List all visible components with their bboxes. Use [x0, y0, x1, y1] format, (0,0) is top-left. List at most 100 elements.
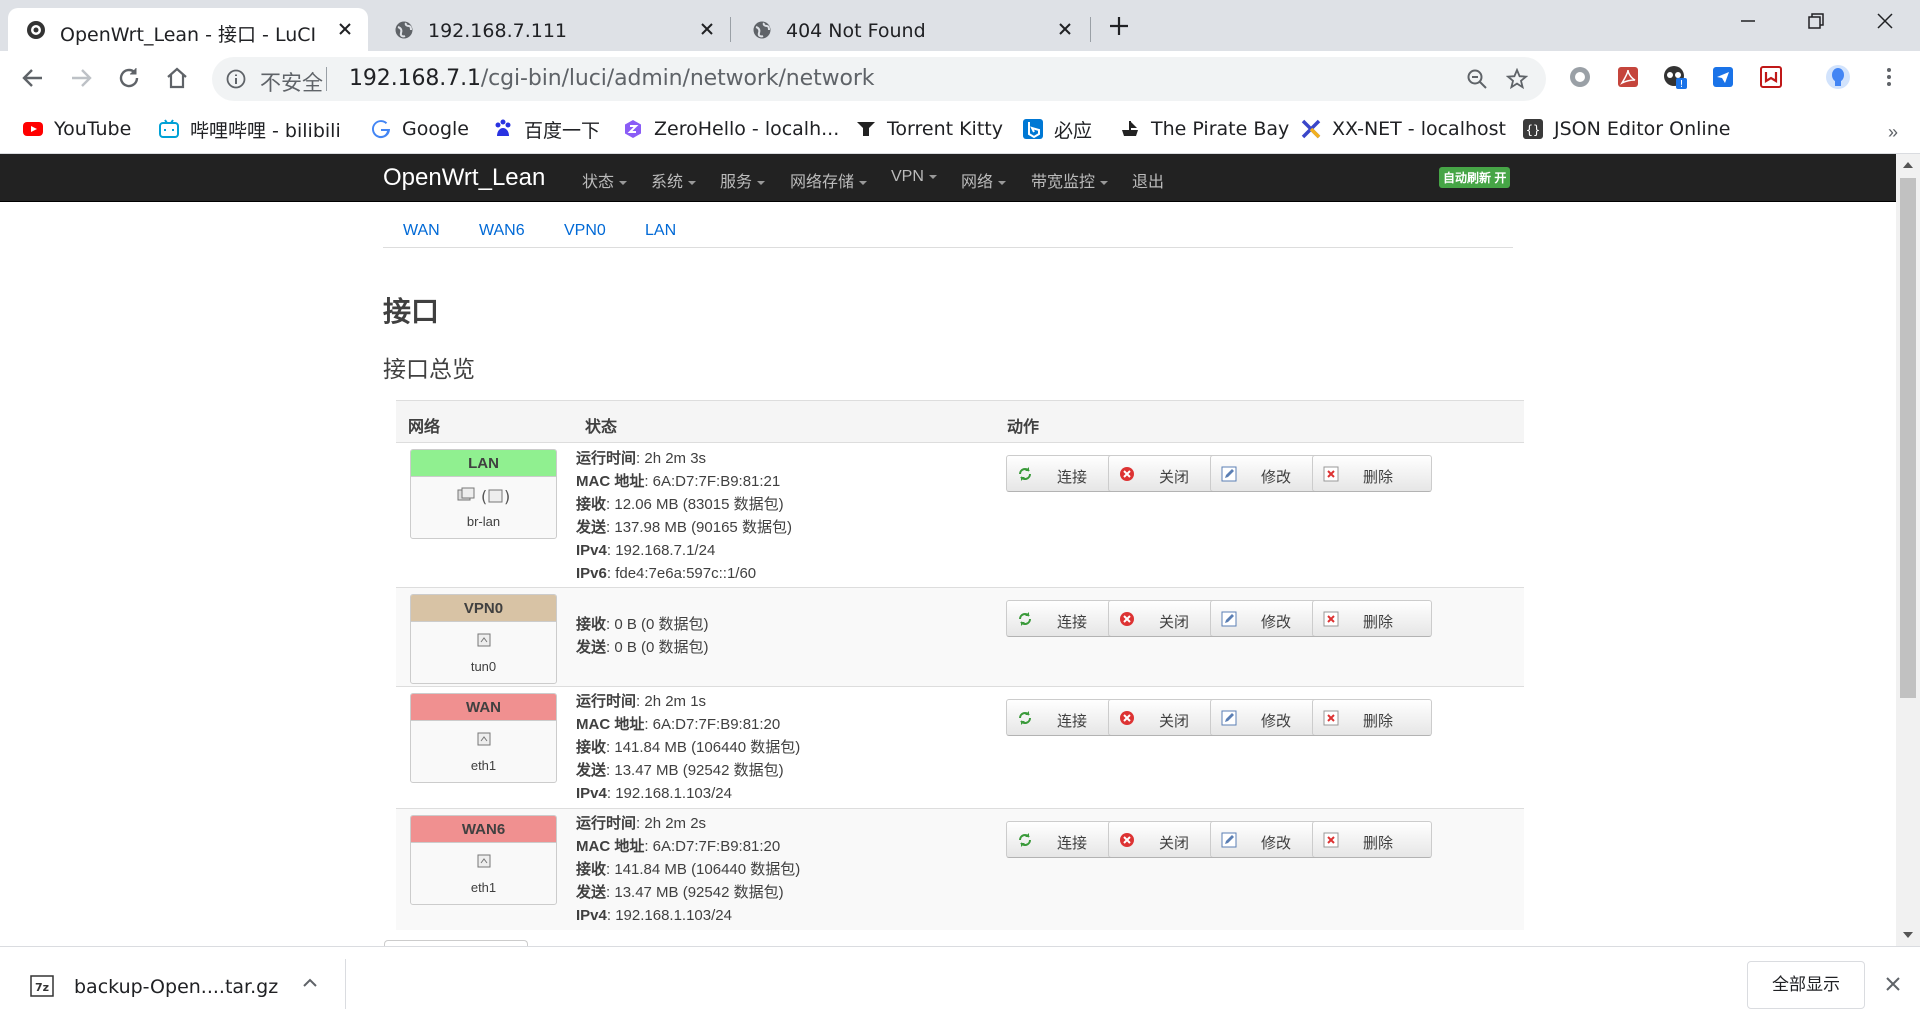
delete-button[interactable]: 删除	[1312, 821, 1432, 858]
menu-logout[interactable]: 退出	[1132, 168, 1164, 192]
tampermonkey-extension-icon[interactable]: !	[1662, 64, 1688, 90]
status-key: 接收	[576, 739, 607, 756]
status-key: IPv4	[576, 907, 607, 924]
bing-icon	[1023, 119, 1043, 139]
menu-label: 网络	[961, 174, 994, 191]
status-key: MAC 地址	[576, 473, 645, 490]
delete-button[interactable]: 删除	[1312, 455, 1432, 492]
status-key: IPv4	[576, 785, 607, 802]
bookmark-torrent-kitty[interactable]: Torrent Kitty	[855, 116, 1003, 142]
tab-192-168-7-111[interactable]: 192.168.7.111	[376, 8, 730, 51]
brand-logo[interactable]: OpenWrt_Lean	[383, 164, 545, 192]
menu-system[interactable]: 系统	[651, 168, 697, 192]
caret-down-icon	[757, 180, 766, 185]
menu-status[interactable]: 状态	[582, 168, 628, 192]
subtab-vpn0[interactable]: VPN0	[564, 222, 606, 240]
bookmarks-overflow[interactable]: »	[1888, 122, 1898, 143]
menu-label: 系统	[651, 174, 684, 191]
interface-badge-wan[interactable]: WAN eth1	[410, 693, 557, 783]
new-tab-plus-icon[interactable]	[1108, 15, 1130, 37]
status-value: : 6A:D7:7F:B9:81:20	[644, 716, 781, 733]
openwrt-favicon-icon	[27, 21, 45, 39]
menu-services[interactable]: 服务	[720, 168, 766, 192]
menu-vpn[interactable]: VPN	[891, 168, 937, 186]
bookmark-bing[interactable]: 必应	[1022, 116, 1092, 142]
bookmark-google[interactable]: Google	[370, 116, 469, 142]
show-all-downloads-button[interactable]: 全部显示	[1747, 961, 1865, 1009]
column-status: 状态	[585, 419, 618, 436]
subtab-lan[interactable]: LAN	[645, 222, 676, 240]
delete-button[interactable]: 删除	[1312, 699, 1432, 736]
tab-404-not-found[interactable]: 404 Not Found	[734, 8, 1088, 51]
bookmark-label: 哔哩哔哩 - bilibili	[190, 119, 341, 142]
caret-down-icon	[998, 180, 1007, 185]
bookmark-zerohello[interactable]: ZeroHello - localh...	[622, 116, 839, 142]
bookmark-label: JSON Editor Online	[1554, 118, 1731, 140]
scroll-up-arrow-icon[interactable]	[1902, 160, 1914, 170]
restore-icon[interactable]	[1805, 10, 1827, 32]
status-key: 运行时间	[576, 815, 637, 832]
bookmark-bilibili[interactable]: 哔哩哔哩 - bilibili	[158, 116, 341, 142]
chevron-up-icon[interactable]	[302, 975, 318, 991]
close-icon[interactable]	[1884, 975, 1902, 993]
interface-device: br-lan	[466, 514, 501, 529]
window-close-icon[interactable]	[1874, 10, 1896, 32]
interface-subtabs: WAN WAN6 VPN0 LAN	[383, 200, 1513, 248]
profile-avatar-icon[interactable]	[1825, 64, 1851, 90]
address-bar[interactable]: 不安全 192.168.7.1/cgi-bin/luci/admin/netwo…	[212, 57, 1546, 101]
url-text[interactable]: 192.168.7.1/cgi-bin/luci/admin/network/n…	[349, 66, 875, 91]
interface-device: eth1	[470, 880, 497, 895]
scrollbar-thumb[interactable]	[1900, 178, 1916, 698]
not-secure-label: 不安全	[260, 71, 323, 95]
close-icon[interactable]	[336, 20, 354, 38]
status-value: : 0 B (0 数据包)	[606, 639, 709, 656]
table-row: WAN eth1 运行时间: 2h 2m 1s MAC 地址: 6A:D7:7F…	[396, 686, 1524, 808]
youtube-icon	[23, 122, 43, 136]
kebab-menu-icon[interactable]	[1876, 64, 1902, 90]
bookmark-pirate-bay[interactable]: The Pirate Bay	[1119, 116, 1289, 142]
mcafee-extension-icon[interactable]	[1758, 64, 1784, 90]
menu-nas[interactable]: 网络存储	[790, 168, 868, 192]
auto-refresh-badge[interactable]: 自动刷新 开	[1439, 167, 1511, 188]
delete-button[interactable]: 删除	[1312, 600, 1432, 637]
close-icon[interactable]	[698, 20, 716, 38]
interface-badge-wan6[interactable]: WAN6 eth1	[410, 815, 557, 905]
bookmark-star-icon[interactable]	[1506, 68, 1528, 90]
subtab-wan6[interactable]: WAN6	[479, 222, 525, 240]
bookmark-label: Google	[402, 118, 470, 140]
table-row: WAN6 eth1 运行时间: 2h 2m 2s MAC 地址: 6A:D7:7…	[396, 808, 1524, 930]
tab-openwrt[interactable]: OpenWrt_Lean - 接口 - LuCI	[8, 8, 368, 51]
info-icon[interactable]	[226, 69, 246, 89]
menu-bandwidth[interactable]: 带宽监控	[1031, 168, 1109, 192]
svg-text:): )	[504, 487, 510, 505]
subtab-wan[interactable]: WAN	[403, 222, 440, 240]
reload-icon[interactable]	[116, 65, 142, 91]
download-filename[interactable]: backup-Open....tar.gz	[74, 976, 278, 998]
table-row: VPN0 tun0 接收: 0 B (0 数据包) 发送: 0 B (0 数据包…	[396, 587, 1524, 686]
globe-icon	[753, 21, 771, 39]
menu-label: 状态	[582, 174, 615, 191]
forward-arrow-icon[interactable]	[68, 65, 94, 91]
caret-down-icon	[619, 180, 628, 185]
bookmark-json-editor[interactable]: {} JSON Editor Online	[1522, 116, 1730, 142]
scroll-down-arrow-icon[interactable]	[1902, 930, 1914, 940]
bookmark-xx-net[interactable]: XX-NET - localhost	[1300, 116, 1506, 142]
minimize-icon[interactable]	[1737, 10, 1759, 32]
send-extension-icon[interactable]	[1710, 64, 1736, 90]
bookmark-baidu[interactable]: 百度一下	[492, 116, 600, 142]
menu-network[interactable]: 网络	[961, 168, 1007, 192]
column-network: 网络	[408, 419, 441, 436]
close-icon[interactable]	[1056, 20, 1074, 38]
zoom-out-icon[interactable]	[1466, 68, 1488, 90]
page-scrollbar[interactable]	[1896, 154, 1920, 946]
back-arrow-icon[interactable]	[20, 65, 46, 91]
interface-badge-vpn0[interactable]: VPN0 tun0	[410, 594, 557, 684]
status-key: 发送	[576, 762, 607, 779]
interface-badge-lan[interactable]: LAN () br-lan	[410, 449, 557, 539]
home-icon[interactable]	[164, 65, 190, 91]
luci-header: OpenWrt_Lean 状态 系统 服务 网络存储 VPN 网络 带宽监控 退…	[0, 154, 1896, 202]
bookmark-youtube[interactable]: YouTube	[22, 116, 131, 142]
extension-circle-icon[interactable]	[1567, 64, 1593, 90]
pdf-extension-icon[interactable]	[1615, 64, 1641, 90]
interface-device: tun0	[470, 659, 497, 674]
